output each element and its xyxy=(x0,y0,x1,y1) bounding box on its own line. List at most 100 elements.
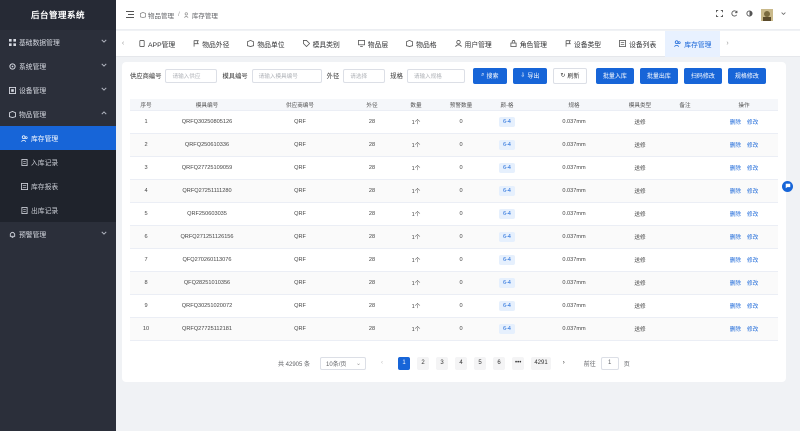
col-header: 数量 xyxy=(410,102,422,109)
table-cell xyxy=(660,249,710,271)
tab-goods-diameter[interactable]: 物品外径 xyxy=(184,31,238,57)
tab-goods-unit[interactable]: 物品单位 xyxy=(238,31,293,57)
tab-device-type[interactable]: 设备类型 xyxy=(556,31,610,57)
diameter-select[interactable]: 请选择 xyxy=(343,68,386,83)
fullscreen-icon[interactable] xyxy=(716,10,723,19)
table-cell: 28 xyxy=(368,326,376,332)
page-button[interactable]: 2 xyxy=(417,356,430,370)
sidebar-subitem-inbound-records[interactable]: 入库记录 xyxy=(0,150,116,174)
sidebar-item-goods[interactable]: 物品管理 xyxy=(0,102,116,126)
sidebar-item-label: 基础数据管理 xyxy=(19,40,60,47)
tab-app-management[interactable]: APP管理 xyxy=(130,31,184,57)
tab-label: 库存管理 xyxy=(684,41,712,49)
edit-link[interactable]: 修改 xyxy=(747,118,758,126)
batch-outbound-button[interactable]: 批量出库 xyxy=(639,67,678,84)
delete-link[interactable]: 删除 xyxy=(730,164,741,172)
sidebar-item-system[interactable]: 系统管理 xyxy=(0,54,116,78)
location-tag: 6-4 xyxy=(499,278,515,288)
delete-link[interactable]: 删除 xyxy=(730,233,741,241)
page-button[interactable]: 5 xyxy=(474,356,487,370)
table-cell: 1个 xyxy=(411,166,421,172)
tab-device-list[interactable]: 设备列表 xyxy=(610,31,665,57)
tab-label: 物品单位 xyxy=(257,41,285,49)
sidebar-subitem-outbound-records[interactable]: 出库记录 xyxy=(0,198,116,222)
col-header: 预警数量 xyxy=(449,102,473,109)
tab-scroll-right-icon[interactable]: › xyxy=(720,40,734,47)
tab-mold-category[interactable]: 模具类别 xyxy=(294,31,349,57)
sidebar-item-label: 设备管理 xyxy=(19,88,47,95)
next-page-button[interactable]: › xyxy=(558,357,570,370)
goto-page-input[interactable]: 1 xyxy=(600,356,619,370)
delete-link[interactable]: 删除 xyxy=(730,325,741,333)
refresh-button[interactable]: ↻ 刷新 xyxy=(552,67,587,84)
table-cell: 28 xyxy=(368,303,376,309)
page-button[interactable]: ••• xyxy=(512,356,525,370)
breadcrumb-item[interactable]: 物品管理 xyxy=(148,10,174,20)
table-cell: 0.037mm xyxy=(562,188,586,194)
refresh-icon[interactable] xyxy=(731,10,738,19)
table-cell: 28 xyxy=(368,234,376,240)
tab-inventory-management[interactable]: 库存管理 xyxy=(665,30,721,57)
delete-link[interactable]: 删除 xyxy=(730,210,741,218)
spec-label: 规格 xyxy=(390,73,403,80)
col-header: 操作 xyxy=(738,102,750,109)
edit-link[interactable]: 修改 xyxy=(747,256,758,264)
delete-link[interactable]: 删除 xyxy=(730,256,741,264)
tab-scroll-left-icon[interactable]: ‹ xyxy=(116,40,130,47)
location-tag: 6-4 xyxy=(499,186,515,196)
table-cell: 送修 xyxy=(634,143,646,149)
prev-page-button[interactable]: ‹ xyxy=(376,357,388,370)
tab-user-management[interactable]: 用户管理 xyxy=(446,31,501,57)
sidebar-item-device[interactable]: 设备管理 xyxy=(0,78,116,102)
table-cell xyxy=(660,272,710,294)
delete-link[interactable]: 删除 xyxy=(730,187,741,195)
tab-goods-layer[interactable]: 物品层 xyxy=(349,31,397,57)
chevron-down-icon[interactable] xyxy=(781,11,786,18)
search-button[interactable]: ⌕ 搜索 xyxy=(472,67,507,84)
spec-input[interactable]: 请输入规格 xyxy=(406,68,465,83)
delete-link[interactable]: 删除 xyxy=(730,279,741,287)
edit-link[interactable]: 修改 xyxy=(747,187,758,195)
supplier-input[interactable]: 请输入供应 xyxy=(165,68,218,83)
refresh-label: 刷新 xyxy=(567,74,580,80)
edit-link[interactable]: 修改 xyxy=(747,164,758,172)
export-button[interactable]: ⇩ 导出 xyxy=(512,67,547,84)
tab-goods-cell[interactable]: 物品格 xyxy=(397,31,445,57)
sidebar-subitem-inventory-report[interactable]: 库存报表 xyxy=(0,174,116,198)
edit-link[interactable]: 修改 xyxy=(747,325,758,333)
tab-label: APP管理 xyxy=(148,41,176,49)
menu-toggle-icon[interactable] xyxy=(120,11,140,18)
delete-link[interactable]: 删除 xyxy=(730,302,741,310)
edit-link[interactable]: 修改 xyxy=(747,279,758,287)
edit-link[interactable]: 修改 xyxy=(747,210,758,218)
delete-link[interactable]: 删除 xyxy=(730,118,741,126)
page-size-value: 10条/页 xyxy=(326,361,347,368)
page-button[interactable]: 4 xyxy=(455,356,468,370)
avatar[interactable] xyxy=(761,8,773,21)
floating-action-button[interactable] xyxy=(782,181,793,192)
edit-link[interactable]: 修改 xyxy=(747,302,758,310)
page-button[interactable]: 1 xyxy=(398,356,411,370)
table-cell xyxy=(660,295,710,317)
spec-edit-button[interactable]: 规格修改 xyxy=(727,67,766,84)
scan-edit-button[interactable]: 扫码修改 xyxy=(683,67,722,84)
table-cell: 0.037mm xyxy=(562,303,586,309)
page-size-select[interactable]: 10条/页 ⌄ xyxy=(320,356,367,370)
page-button[interactable]: 3 xyxy=(436,356,449,370)
refresh-icon: ↻ xyxy=(560,73,566,79)
page-button[interactable]: 4291 xyxy=(531,356,551,370)
table-cell: 送修 xyxy=(634,166,646,172)
mold-input[interactable]: 请输入模具编号 xyxy=(251,68,322,83)
delete-link[interactable]: 删除 xyxy=(730,141,741,149)
sidebar-item-basic-data[interactable]: 基础数据管理 xyxy=(0,30,116,54)
sidebar-item-alerts[interactable]: 预警管理 xyxy=(0,222,116,246)
table-cell: QRF xyxy=(294,303,306,309)
sidebar-subitem-inventory[interactable]: 库存管理 xyxy=(0,126,116,150)
tab-role-management[interactable]: 角色管理 xyxy=(501,31,556,57)
theme-icon[interactable] xyxy=(746,10,753,19)
page-button[interactable]: 6 xyxy=(493,356,506,370)
edit-link[interactable]: 修改 xyxy=(747,141,758,149)
edit-link[interactable]: 修改 xyxy=(747,233,758,241)
goods-icon xyxy=(140,11,146,18)
batch-inbound-button[interactable]: 批量入库 xyxy=(595,67,634,84)
